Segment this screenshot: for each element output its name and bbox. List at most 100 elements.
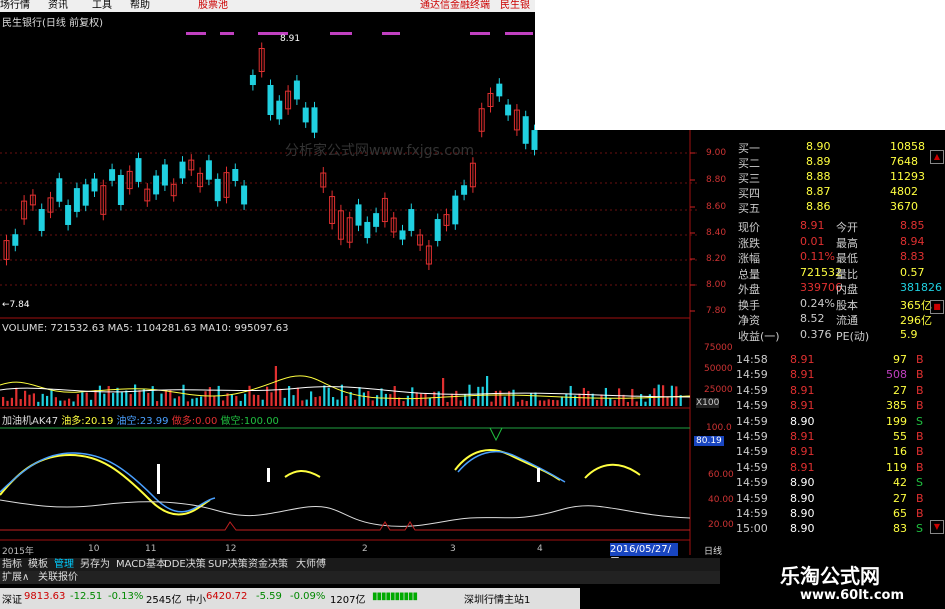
tick-time: 14:59 [736,507,768,520]
side-button[interactable]: ▼ [930,520,944,534]
tick-price: 8.91 [790,383,815,397]
signal-markers [186,32,533,35]
tick-volume: 83 [893,522,907,536]
tick-price: 8.90 [790,507,815,520]
kong2-value: 100.00 [243,416,279,427]
tab-3[interactable]: 另存为 [80,558,110,571]
bid-volume: 3670 [890,200,918,213]
volume-bar [59,400,62,406]
indicator-name: 加油机AK47 [2,416,59,427]
side-button[interactable]: ▲ [930,150,944,164]
stat-row: 换手 0.24% 股本 365亿 [738,297,938,312]
tick-volume: 385 [886,399,907,413]
stat-label: 涨跌 [738,236,760,250]
tick-time: 14:58 [736,353,768,366]
indicator-legend: 加油机AK47 油多:20.19 油空:23.99 做多:0.00 做空:100… [2,412,279,427]
tab-6[interactable]: SUP决策 [208,558,248,571]
tick-side: B [916,399,924,413]
tab-related-quote[interactable]: 关联报价 [38,571,78,584]
ind-tick: 40.00 [708,495,734,505]
volume-bar [587,390,590,406]
volume-bar [626,401,629,406]
volume-bar [76,394,79,406]
tab-1[interactable]: 模板 [28,558,48,571]
bid-row[interactable]: 买一 8.90 10858 [738,140,938,155]
tick-volume: 508 [886,368,907,382]
candle [135,158,142,182]
volume-bar [90,399,93,406]
feed-status[interactable]: 深圳行情主站1 [464,591,530,606]
price-tick: 8.60 [706,202,727,212]
brand-url: www.60lt.com [800,588,905,603]
price-tick: 8.00 [706,280,727,290]
stat-value-2: 8.85 [900,219,925,232]
volume-bar [112,393,115,406]
tick-side: B [916,507,924,520]
ind-tick: 20.00 [708,520,734,530]
high-price-label: 8.91 [280,34,301,44]
volume-bar [37,401,40,406]
candle [461,185,468,195]
volume-bar [530,393,533,406]
tab-0[interactable]: 指标 [2,558,22,571]
period-label[interactable]: 日线 [704,544,722,557]
candle [241,185,248,205]
volume-bar [85,392,88,406]
kong-value: 23.99 [139,416,169,427]
tick-side: S [916,414,923,428]
tick-time: 14:59 [736,445,768,459]
stat-value-2: 8.83 [900,250,925,263]
volume-bar [310,391,313,406]
volume-bar [301,400,304,406]
tab-bar: 指标 模板 管理 另存为 MACD基本 DDE决策 SUP决策 资金决策 大师傅 [0,558,720,571]
tab-5[interactable]: DDE决策 [164,558,206,571]
white-line [0,499,691,527]
volume-bar [138,390,141,406]
duo2-label: 做多: [171,416,196,427]
bid-row[interactable]: 买四 8.87 4802 [738,185,938,200]
volume-bar [2,396,5,406]
duo-label: 油多: [61,416,85,427]
volume-bar [213,395,216,406]
volume-bar [569,385,572,406]
volume-bar [125,390,128,406]
volume-bar [631,388,634,406]
volume-bar [389,394,392,406]
volume-bar [371,400,374,406]
tick-side: S [916,522,923,536]
volume-bar [222,400,225,406]
candle [311,107,318,133]
tick-side: B [916,368,924,382]
volume-bar [552,399,555,406]
volume-bar [486,376,489,406]
volume-bar [94,390,97,406]
side-button[interactable]: ■ [930,300,944,314]
volume-bars [2,366,682,406]
zx-change: -5.59 [256,591,282,602]
tick-side: B [916,353,924,366]
zx-pct: -0.09% [290,591,326,602]
sz-change: -12.51 [70,591,103,602]
tab-4[interactable]: MACD基本 [116,558,166,571]
stat-label: 总量 [738,267,760,281]
zx-value: 6420.72 [206,591,248,602]
tab-extend[interactable]: 扩展∧ [2,571,29,584]
watermark: 分析家公式网www.fxjgs.com [285,143,475,159]
candle [373,213,380,227]
candle [408,209,415,231]
bid-row[interactable]: 买二 8.89 7648 [738,155,938,170]
tab-8[interactable]: 大师傅 [296,558,326,571]
candle [249,74,256,86]
volume-bar [46,395,49,406]
tick-volume: 42 [893,476,907,490]
bid-row[interactable]: 买三 8.88 11293 [738,170,938,185]
volume-bar [156,401,159,406]
tab-7[interactable]: 资金决策 [248,558,288,571]
zx-amount: 1207亿 [330,595,366,606]
volume-bar [472,398,475,406]
tab-2[interactable]: 管理 [54,558,74,571]
bid-volume: 7648 [890,155,918,168]
volume-bar [560,396,563,406]
volume-bar [252,394,255,406]
bid-row[interactable]: 买五 8.86 3670 [738,200,938,215]
